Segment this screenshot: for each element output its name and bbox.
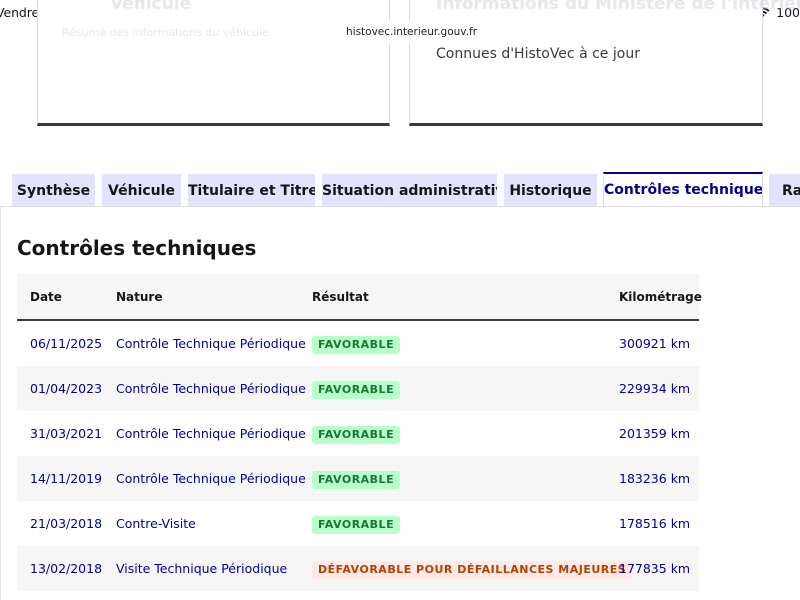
tab-situation-administrative[interactable]: Situation administrative — [322, 174, 497, 208]
section-title: Contrôles techniques — [17, 236, 257, 260]
result-badge: FAVORABLE — [312, 425, 401, 444]
row-mileage: 183236 km — [619, 471, 691, 486]
result-badge: FAVORABLE — [312, 470, 401, 489]
tab-titulaire-titre[interactable]: Titulaire et Titre — [188, 174, 315, 208]
column-header-mileage: Kilométrage — [619, 290, 702, 304]
result-badge: DÉFAVORABLE POUR DÉFAILLANCES MAJEURES — [312, 560, 633, 579]
ministry-info-card: Informations du Ministère de l'Intérieur… — [409, 0, 800, 126]
tab-historique[interactable]: Historique — [504, 174, 597, 208]
row-date: 31/03/2021 — [30, 426, 103, 441]
result-badge: FAVORABLE — [312, 335, 401, 354]
row-mileage: 177835 km — [619, 561, 691, 576]
table-row: 13/02/2018 Visite Technique Périodique D… — [17, 546, 699, 591]
row-date: 13/02/2018 — [30, 561, 103, 576]
card-ghost-title: Informations du Ministère de l'Intérieur — [436, 0, 800, 14]
row-nature: Visite Technique Périodique — [116, 561, 288, 576]
card-ghost-title: Véhicule — [110, 0, 192, 14]
card-ghost-line: Résumé des informations du véhicule — [62, 26, 269, 39]
table-row: 14/11/2019 Contrôle Technique Périodique… — [17, 456, 699, 501]
table-row: 01/04/2023 Contrôle Technique Périodique… — [17, 366, 699, 411]
row-mileage: 178516 km — [619, 516, 691, 531]
table-row: 06/11/2025 Contrôle Technique Périodique… — [17, 321, 699, 366]
row-nature: Contrôle Technique Périodique — [116, 336, 306, 351]
row-mileage: 300921 km — [619, 336, 691, 351]
result-badge: FAVORABLE — [312, 380, 401, 399]
row-mileage: 201359 km — [619, 426, 691, 441]
tab-rapport[interactable]: Rapport — [769, 174, 800, 208]
result-badge: FAVORABLE — [312, 515, 401, 534]
column-header-result: Résultat — [312, 290, 369, 304]
row-mileage: 229934 km — [619, 381, 691, 396]
inspections-table: Date Nature Résultat Kilométrage 06/11/2… — [17, 274, 702, 591]
address-bar-url[interactable]: histovec.interieur.gouv.fr — [338, 21, 486, 43]
row-date: 21/03/2018 — [30, 516, 103, 531]
row-nature: Contrôle Technique Périodique — [116, 426, 306, 441]
table-row: 21/03/2018 Contre-Visite FAVORABLE 17851… — [17, 501, 699, 546]
column-header-date: Date — [30, 290, 62, 304]
vehicle-summary-card: Véhicule Résumé des informations du véhi… — [37, 0, 390, 126]
tab-synthese[interactable]: Synthèse — [12, 174, 95, 208]
tab-controles-techniques[interactable]: Contrôles techniques — [603, 172, 763, 209]
tab-vehicule[interactable]: Véhicule — [102, 174, 181, 208]
row-date: 14/11/2019 — [30, 471, 103, 486]
tab-bar: Synthèse Véhicule Titulaire et Titre Sit… — [0, 172, 800, 209]
row-nature: Contrôle Technique Périodique — [116, 471, 306, 486]
column-header-nature: Nature — [116, 290, 163, 304]
row-date: 01/04/2023 — [30, 381, 103, 396]
card-text: Connues d'HistoVec à ce jour — [436, 46, 640, 62]
row-nature: Contrôle Technique Périodique — [116, 381, 306, 396]
table-header: Date Nature Résultat Kilométrage — [17, 274, 702, 321]
tab-panel: Contrôles techniques Date Nature Résulta… — [0, 207, 800, 600]
row-date: 06/11/2025 — [30, 336, 103, 351]
table-row: 31/03/2021 Contrôle Technique Périodique… — [17, 411, 699, 456]
row-nature: Contre-Visite — [116, 516, 196, 531]
